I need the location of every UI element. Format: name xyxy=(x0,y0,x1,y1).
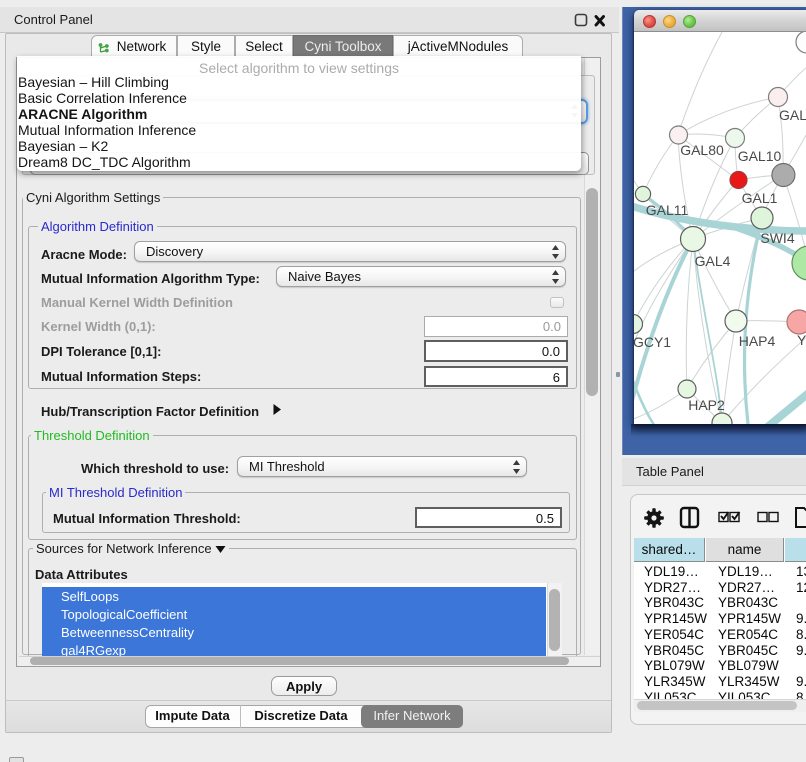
svg-text:GAL4: GAL4 xyxy=(695,253,731,269)
svg-text:GAL7: GAL7 xyxy=(779,107,806,123)
svg-text:HAP4: HAP4 xyxy=(739,333,776,349)
svg-text:HAP2: HAP2 xyxy=(688,397,725,413)
svg-text:GAL1: GAL1 xyxy=(742,190,778,206)
svg-text:YJ: YJ xyxy=(797,332,806,348)
svg-text:GAL10: GAL10 xyxy=(738,148,782,164)
svg-text:GAL11: GAL11 xyxy=(646,202,689,218)
svg-text:GAL80: GAL80 xyxy=(680,142,724,158)
svg-text:GCY1: GCY1 xyxy=(634,334,671,350)
svg-text:SWI4: SWI4 xyxy=(760,230,794,246)
